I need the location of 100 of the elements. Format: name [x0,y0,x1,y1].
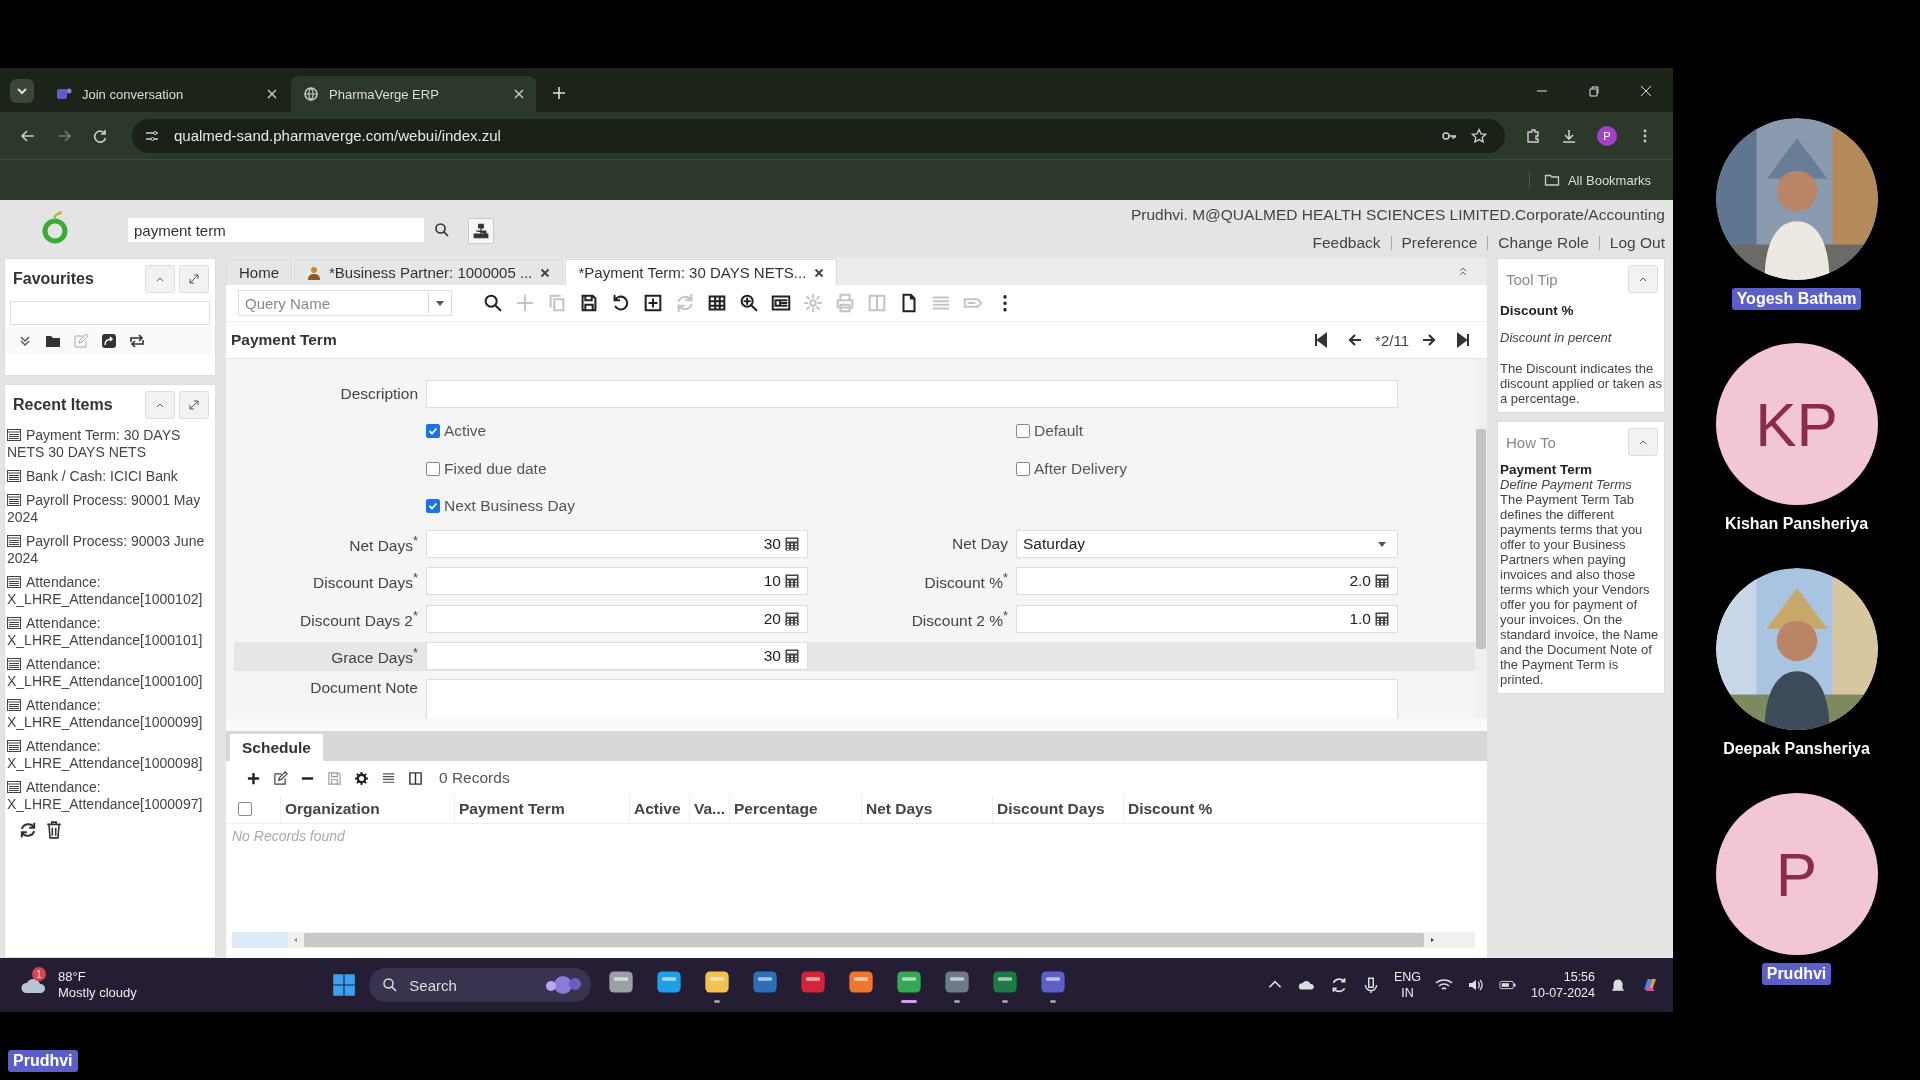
column-header[interactable]: Payment Term [454,795,629,823]
number-field[interactable]: 1.0 [1016,604,1398,633]
checkbox[interactable]: After Delivery [1016,459,1128,478]
recent-item-link[interactable]: Payroll Process: 90001 May 2024 [7,492,213,526]
recent-item-link[interactable]: Attendance: X_LHRE_Attendance[1000098] [7,738,213,772]
language-indicator[interactable]: ENG [1393,969,1422,985]
recent-item-link[interactable]: Payroll Process: 90003 June 2024 [7,533,213,567]
checkbox[interactable]: Active [426,422,487,441]
clock-time[interactable]: 15:56 [1563,969,1595,985]
participant-name: Deepak Pansheriya [1722,739,1871,759]
profile-avatar[interactable]: P [1597,125,1617,146]
last-record-icon[interactable] [1455,332,1471,348]
reload-icon[interactable] [92,127,108,144]
address-bar[interactable]: qualmed-sand.pharmaverge.com/webui/index.zul [132,118,1505,153]
dropdown[interactable]: Saturday [1016,529,1398,558]
previous-arrow-icon[interactable] [1347,332,1364,348]
search-highlight-drawing [543,975,584,995]
number-field[interactable]: 30 [426,529,808,558]
header-link[interactable]: Preference [1401,234,1478,252]
list-icon[interactable] [381,770,396,786]
recent-item-link[interactable]: Attendance: X_LHRE_Attendance[1000100] [7,656,213,690]
column-header[interactable]: Percentage [729,795,861,823]
window-tab[interactable]: Home [226,259,292,285]
column-header[interactable]: Active [629,795,689,823]
recent-item-link[interactable]: Attendance: X_LHRE_Attendance[1000102] [7,574,213,608]
header-link[interactable]: Log Out [1609,234,1665,252]
assistant-icon[interactable] [1641,976,1659,994]
region-indicator[interactable]: IN [1401,985,1414,1001]
window-tab[interactable]: *Payment Term: 30 DAYS NETS... [565,259,838,285]
query-dropdown[interactable]: Query Name [238,290,452,316]
record-count: 0 Records [439,769,510,787]
window-icon [7,781,21,793]
close-icon[interactable] [814,267,825,278]
column-header[interactable]: Organization [280,795,454,823]
detail-tab[interactable]: Schedule [230,734,323,761]
split-icon[interactable] [408,770,423,786]
header-link[interactable]: Feedback [1312,234,1381,252]
favourites-field[interactable] [10,301,210,325]
settings-icon[interactable] [354,770,369,786]
download-icon[interactable] [1561,127,1577,144]
recent-item-link[interactable]: Attendance: X_LHRE_Attendance[1000099] [7,697,213,731]
recent-item-link[interactable]: Attendance: X_LHRE_Attendance[1000097] [7,779,213,813]
bookmarks-folder[interactable]: All Bookmarks [1528,172,1651,188]
back-icon[interactable] [20,127,36,144]
help-subheading: Discount in percent [1499,329,1613,345]
checkbox[interactable]: Fixed due date [426,459,547,478]
menu-tree-button[interactable] [468,218,494,244]
recent-item-link[interactable]: Bank / Cash: ICICI Bank [7,468,213,485]
star-icon[interactable] [1471,127,1487,144]
window-tab[interactable]: *Business Partner: 1000005 ... [294,259,564,285]
scrollbar[interactable] [1475,359,1487,719]
help-heading: Discount % [1499,302,1575,318]
new-tab-icon[interactable] [552,86,566,100]
panel-title: Favourites [13,270,94,288]
browser-tab[interactable]: Join conversation [44,76,289,112]
clock-date[interactable]: 10-07-2024 [1531,985,1595,1001]
column-header[interactable]: Net Days [861,795,992,823]
checkbox[interactable]: Next Business Day [426,497,575,516]
person-icon [307,265,321,280]
next-arrow-icon[interactable] [1421,332,1437,348]
checkbox[interactable]: Default [1016,422,1084,441]
help-text: The Payment Term Tab defines the different payments terms that you offer to your Business Partners when paying invoices and also those terms which your Vendors offer you for payment of your invoices. On the standard invoice, the Name and the Document Note of the Payment Term is printed. [1499,492,1660,687]
number-field[interactable]: 20 [426,604,808,633]
first-record-icon[interactable] [1313,332,1330,348]
edit-icon[interactable] [273,770,288,786]
share-icon[interactable] [101,333,117,349]
column-header[interactable]: Va... [689,795,729,823]
scrollbar[interactable] [232,932,1475,948]
refresh-icon[interactable] [19,821,37,839]
recent-item-link[interactable]: Payment Term: 30 DAYS NETS 30 DAYS NETS [7,427,213,461]
tab-list-button[interactable] [10,79,34,103]
browser-tab[interactable]: PharmaVerge ERP [291,76,536,112]
trash-icon[interactable] [45,821,63,839]
search-icon[interactable] [482,292,504,314]
swap-icon[interactable] [129,333,145,349]
recent-item-link[interactable]: Attendance: X_LHRE_Attendance[1000101] [7,615,213,649]
close-icon[interactable] [540,267,551,278]
select-all-checkbox[interactable] [238,802,252,816]
number-field[interactable]: 10 [426,567,808,596]
window-icon [7,699,21,711]
document-note-field[interactable] [426,679,1398,719]
column-header[interactable]: Discount Days [992,795,1123,823]
number-field[interactable]: 2.0 [1016,567,1398,596]
start-icon[interactable] [331,972,358,998]
forward-icon[interactable] [56,127,72,144]
number-field[interactable]: 30 [426,642,808,671]
scroll-left-icon[interactable] [292,936,300,944]
header-link[interactable]: Change Role [1498,234,1589,252]
double-chevron-up-icon[interactable] [1457,265,1469,277]
restore-icon[interactable] [1587,84,1601,98]
scroll-right-icon[interactable] [1428,936,1436,944]
zoom-in-icon[interactable] [738,292,760,314]
window-icon [7,658,21,670]
column-header[interactable]: Discount % [1123,795,1253,823]
plus-icon[interactable] [246,770,261,786]
extensions-icon[interactable] [1525,127,1541,144]
search-field[interactable]: payment term [128,218,424,242]
description-field[interactable] [426,379,1398,408]
taskbar-search[interactable]: Search [369,968,592,1002]
weather-condition: Mostly cloudy [58,985,137,1001]
